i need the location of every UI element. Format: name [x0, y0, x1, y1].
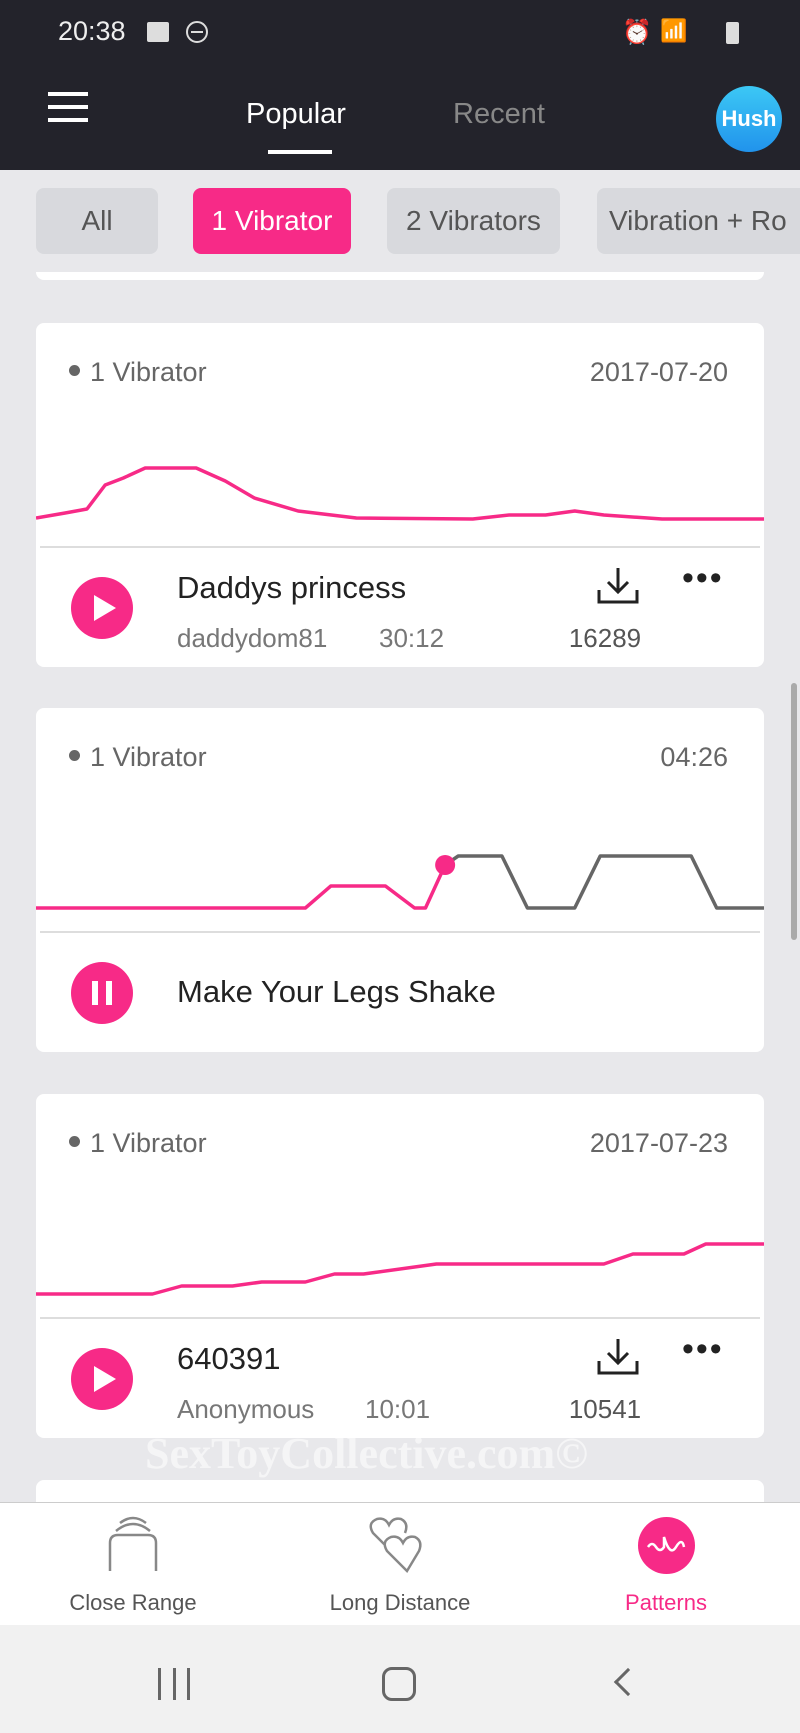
pattern-duration: 30:12	[379, 623, 445, 653]
patterns-icon	[638, 1517, 695, 1574]
active-tab-indicator	[268, 150, 332, 154]
play-button[interactable]	[71, 577, 133, 639]
pattern-card-playing[interactable]: 1 Vibrator 04:26 Make Your Legs Shake	[36, 708, 764, 1052]
more-options-icon[interactable]: •••	[682, 559, 724, 598]
play-button[interactable]	[71, 1348, 133, 1410]
download-count: 10541	[568, 1394, 642, 1424]
divider	[40, 546, 760, 548]
nav-close-range[interactable]: Close Range	[33, 1590, 233, 1616]
scrollbar[interactable]	[791, 683, 797, 940]
pattern-card[interactable]: 1 Vibrator 2017-07-23 640391 Anonymous 1…	[36, 1094, 764, 1438]
nav-long-distance[interactable]: Long Distance	[300, 1590, 500, 1616]
divider	[40, 1317, 760, 1319]
filter-2-vibrators[interactable]: 2 Vibrators	[387, 188, 560, 254]
download-count: 16289	[568, 623, 642, 653]
pattern-waveform	[36, 854, 764, 910]
pause-button[interactable]	[71, 962, 133, 1024]
dnd-icon	[186, 21, 208, 43]
pattern-title: 640391	[177, 1341, 281, 1376]
tab-recent[interactable]: Recent	[453, 98, 545, 131]
filter-all[interactable]: All	[36, 188, 158, 254]
filter-1-vibrator[interactable]: 1 Vibrator	[193, 188, 351, 254]
recent-apps-button[interactable]	[158, 1668, 190, 1700]
image-notification-icon	[147, 22, 169, 42]
watermark: SexToyCollective.com©	[145, 1429, 589, 1478]
pattern-card[interactable]: 1 Vibrator 2017-07-20 Daddys princess da…	[36, 323, 764, 667]
waveform-remaining	[444, 854, 764, 910]
device-avatar[interactable]: Hush	[716, 86, 782, 152]
pattern-title: Daddys princess	[177, 570, 407, 605]
pattern-duration: 10:01	[365, 1394, 431, 1424]
pattern-author: Anonymous	[177, 1394, 315, 1424]
nav-patterns[interactable]: Patterns	[566, 1590, 766, 1616]
status-time: 20:38	[58, 16, 126, 46]
download-icon[interactable]	[596, 1337, 640, 1377]
download-icon[interactable]	[596, 566, 640, 606]
close-range-icon	[108, 1516, 158, 1571]
long-distance-icon	[369, 1517, 422, 1574]
wifi-icon: 📶	[660, 18, 688, 43]
alarm-icon: ⏰	[622, 19, 652, 46]
menu-icon[interactable]	[48, 92, 88, 122]
divider	[40, 931, 760, 933]
card-partial	[36, 272, 764, 280]
pattern-author: daddydom81	[177, 623, 328, 653]
pattern-waveform	[36, 466, 764, 521]
pattern-waveform	[36, 1242, 764, 1296]
playhead[interactable]	[435, 855, 456, 875]
filter-vibration-rotation[interactable]: Vibration + Ro	[597, 188, 800, 254]
more-options-icon[interactable]: •••	[682, 1330, 724, 1369]
waveform-played	[36, 864, 447, 910]
battery-icon	[726, 22, 739, 44]
tab-popular[interactable]: Popular	[246, 98, 346, 131]
home-button[interactable]	[382, 1667, 416, 1701]
pattern-title: Make Your Legs Shake	[177, 974, 496, 1009]
waveform-line	[36, 1242, 764, 1296]
waveform-line	[36, 466, 764, 521]
